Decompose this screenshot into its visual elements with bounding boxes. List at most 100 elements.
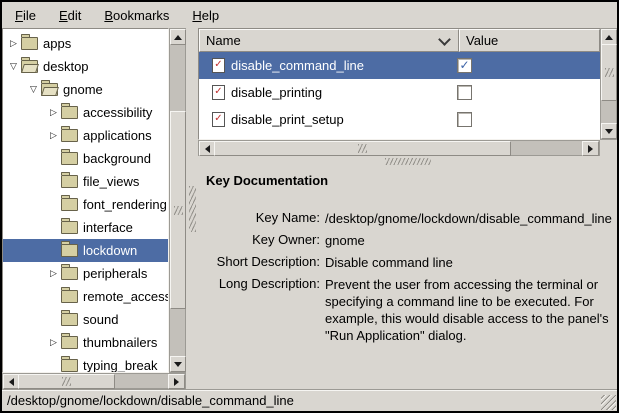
column-header-value[interactable]: Value — [459, 29, 600, 52]
scroll-up-button[interactable] — [601, 29, 617, 45]
table-vertical-scrollbar[interactable] — [600, 28, 617, 140]
expander-expanded-icon[interactable]: ▽ — [7, 55, 20, 78]
key-name-cell: ✓disable_print_setup — [199, 112, 445, 127]
tree-item-label: thumbnailers — [83, 335, 157, 350]
tree-item-peripherals[interactable]: ▷ peripherals — [3, 262, 168, 285]
expander-collapsed-icon[interactable]: ▷ — [47, 124, 60, 147]
arrow-down-icon — [605, 129, 613, 134]
menu-bookmarks[interactable]: Bookmarks — [95, 4, 178, 27]
expander-collapsed-icon[interactable]: ▷ — [7, 32, 20, 55]
tree-item-font_rendering[interactable]: font_rendering — [3, 193, 168, 216]
tree-item-label: apps — [43, 36, 71, 51]
tree-item-sound[interactable]: sound — [3, 308, 168, 331]
folder-icon — [61, 290, 78, 303]
key-value-cell — [445, 85, 600, 100]
tree-item-label: remote_access — [83, 289, 169, 304]
scrollbar-thumb[interactable] — [214, 141, 511, 156]
expander-collapsed-icon[interactable]: ▷ — [47, 101, 60, 124]
folder-icon — [21, 37, 38, 50]
scroll-right-button[interactable] — [582, 141, 599, 156]
expander-collapsed-icon[interactable]: ▷ — [47, 331, 60, 354]
arrow-left-icon — [9, 378, 14, 386]
tree-item-label: font_rendering — [83, 197, 167, 212]
table-row[interactable]: ✓disable_printing — [199, 79, 600, 106]
sort-indicator-icon — [438, 33, 451, 46]
docs-fields: Key Name:/desktop/gnome/lockdown/disable… — [206, 210, 609, 344]
scroll-down-button[interactable] — [170, 356, 186, 372]
folder-icon — [61, 267, 78, 280]
thumb-grip-icon — [174, 206, 183, 215]
folder-icon — [61, 106, 78, 119]
tree-item-label: applications — [83, 128, 152, 143]
key-name-cell: ✓disable_command_line — [199, 58, 445, 73]
statusbar: /desktop/gnome/lockdown/disable_command_… — [2, 389, 617, 411]
tree-item-label: accessibility — [83, 105, 152, 120]
menu-file[interactable]: File — [6, 4, 45, 27]
menu-help[interactable]: Help — [183, 4, 228, 27]
pane-splitter-vertical[interactable] — [186, 28, 198, 389]
tree-item-label: lockdown — [83, 243, 137, 258]
scroll-up-button[interactable] — [170, 29, 186, 45]
folder-icon — [61, 152, 78, 165]
folder-icon — [61, 359, 78, 372]
doc-field-label: Key Name: — [206, 210, 320, 227]
menu-label: ookmarks — [113, 8, 169, 23]
folder-icon — [41, 83, 58, 96]
arrow-down-icon — [174, 362, 182, 367]
table-header: Name Value — [199, 29, 600, 52]
tree-item-background[interactable]: background — [3, 147, 168, 170]
key-value-cell: ✓ — [445, 58, 600, 73]
value-checkbox[interactable] — [457, 112, 472, 127]
column-header-name[interactable]: Name — [199, 29, 459, 52]
key-table-scrolledwindow: Name Value ✓disable_command_line✓✓disabl… — [198, 28, 617, 156]
key-icon: ✓ — [212, 58, 225, 73]
arrow-up-icon — [174, 35, 182, 40]
tree-item-desktop[interactable]: ▽desktop — [3, 55, 168, 78]
window-resize-grip-icon[interactable] — [601, 395, 616, 410]
scrollbar-thumb[interactable] — [170, 111, 186, 309]
tree-item-lockdown[interactable]: lockdown — [3, 239, 168, 262]
expander-expanded-icon[interactable]: ▽ — [27, 78, 40, 101]
folder-icon — [61, 198, 78, 211]
tree-item-thumbnailers[interactable]: ▷ thumbnailers — [3, 331, 168, 354]
tree-vertical-scrollbar[interactable] — [169, 28, 186, 373]
tree-item-accessibility[interactable]: ▷ accessibility — [3, 101, 168, 124]
scrollbar-thumb[interactable] — [601, 44, 617, 101]
scroll-down-button[interactable] — [601, 123, 617, 139]
arrow-right-icon — [174, 378, 179, 386]
folder-icon — [61, 221, 78, 234]
scroll-right-button[interactable] — [168, 374, 185, 389]
thumb-grip-icon — [605, 68, 614, 77]
tree-item-label: peripherals — [83, 266, 147, 281]
arrow-right-icon — [588, 145, 593, 153]
menu-label-mnemonic: E — [59, 8, 68, 23]
column-header-label: Name — [206, 33, 241, 48]
tree-item-typing_break[interactable]: typing_break — [3, 354, 168, 373]
table-row[interactable]: ✓disable_command_line✓ — [199, 52, 600, 79]
value-checkbox[interactable] — [457, 85, 472, 100]
tree-item-interface[interactable]: interface — [3, 216, 168, 239]
menu-label-mnemonic: H — [192, 8, 201, 23]
doc-field-value: gnome — [325, 232, 612, 249]
scrollbar-thumb[interactable] — [18, 374, 115, 389]
doc-field-value: Disable command line — [325, 254, 612, 271]
table-horizontal-scrollbar[interactable] — [198, 140, 600, 156]
tree-item-file_views[interactable]: file_views — [3, 170, 168, 193]
table-row[interactable]: ✓disable_save_to_disk — [199, 133, 600, 140]
tree-horizontal-scrollbar[interactable] — [2, 373, 186, 389]
tree-item-apps[interactable]: ▷ apps — [3, 32, 168, 55]
folder-icon — [61, 336, 78, 349]
menu-label-mnemonic: B — [104, 8, 113, 23]
doc-field-value: Prevent the user from accessing the term… — [325, 276, 612, 344]
menu-label: elp — [202, 8, 219, 23]
docs-title: Key Documentation — [206, 173, 609, 188]
pane-splitter-horizontal[interactable] — [198, 156, 617, 166]
tree-item-remote_access[interactable]: remote_access — [3, 285, 168, 308]
table-row[interactable]: ✓disable_print_setup — [199, 106, 600, 133]
menu-edit[interactable]: Edit — [50, 4, 90, 27]
expander-collapsed-icon[interactable]: ▷ — [47, 262, 60, 285]
config-tree[interactable]: ▷apps▽desktop▽gnome▷accessibility▷applic… — [2, 28, 169, 373]
value-checkbox[interactable]: ✓ — [457, 58, 472, 73]
tree-item-applications[interactable]: ▷ applications — [3, 124, 168, 147]
tree-item-gnome[interactable]: ▽gnome — [3, 78, 168, 101]
